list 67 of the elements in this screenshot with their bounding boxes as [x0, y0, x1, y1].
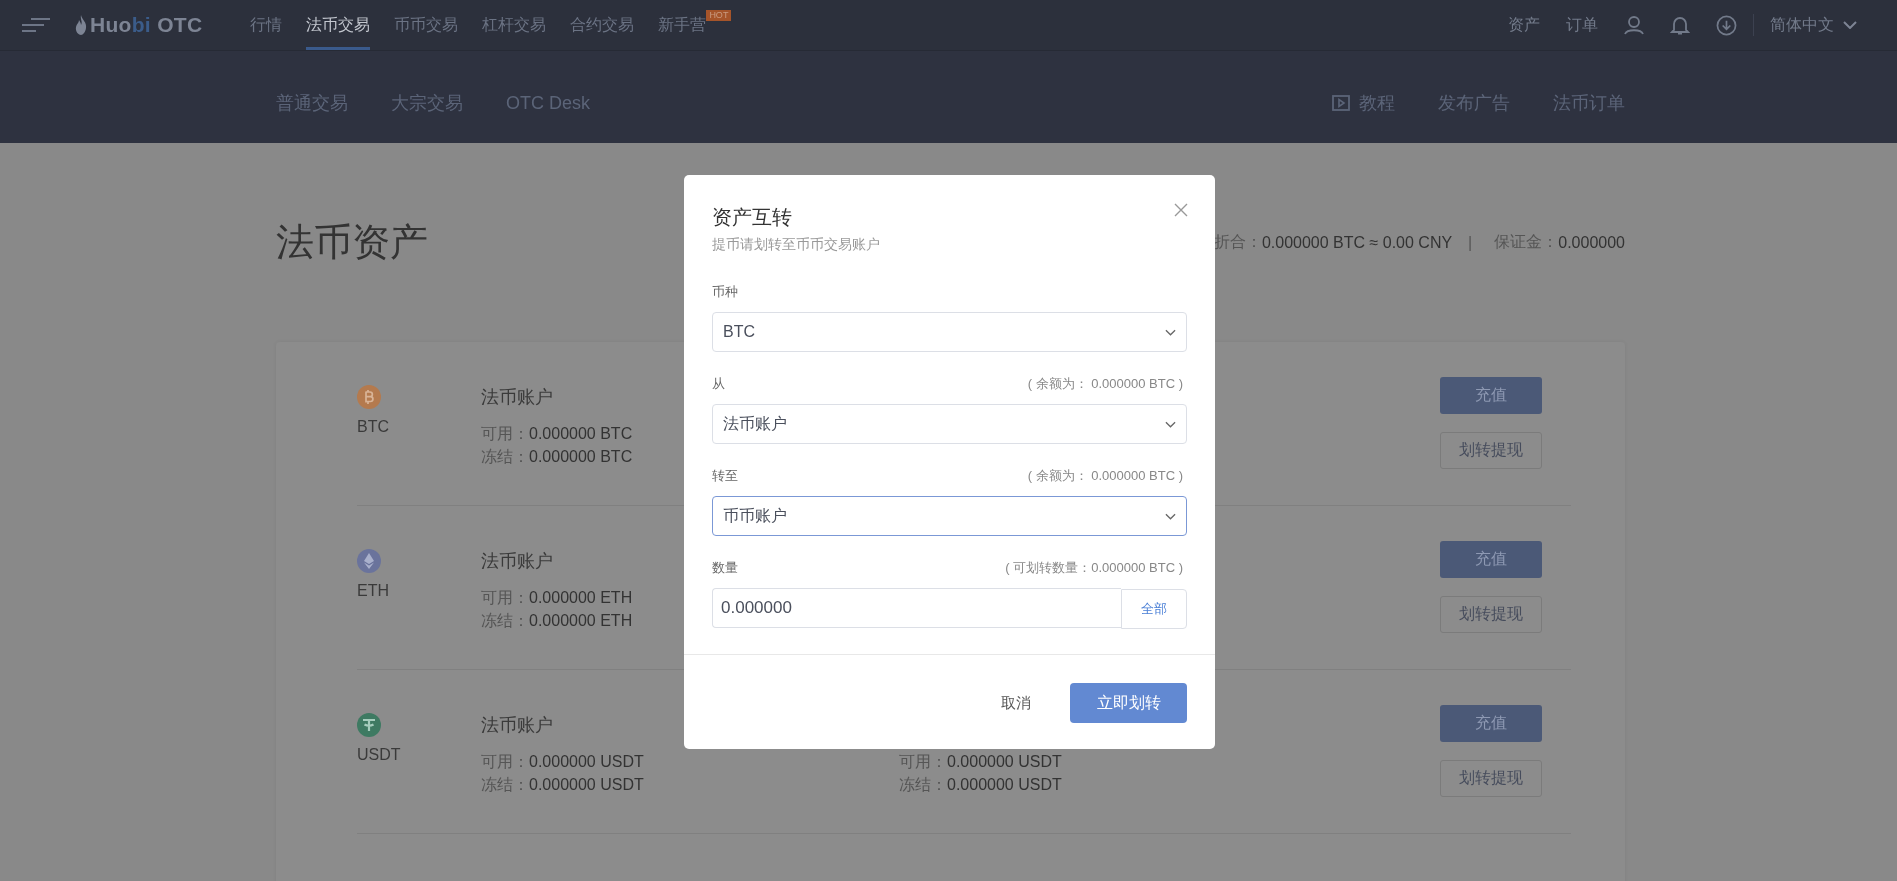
account-name: 法币账户 [481, 550, 553, 573]
chevron-down-icon [1843, 21, 1857, 29]
play-icon [1332, 95, 1350, 111]
account-name: 法币账户 [481, 386, 553, 409]
cancel-button[interactable]: 取消 [991, 685, 1041, 721]
transfer-button[interactable]: 划转提现 [1440, 760, 1542, 797]
field-label: 转至 [712, 467, 738, 485]
account-name: 法币账户 [481, 714, 553, 737]
balance-hint: ( 可划转数量：0.000000 BTC ) [1005, 559, 1183, 577]
field-label: 从 [712, 375, 725, 393]
chevron-down-icon [1165, 328, 1176, 336]
download-icon[interactable] [1716, 14, 1737, 36]
total-value: 0.000000 BTC ≈ 0.00 CNY [1261, 233, 1453, 252]
hot-badge: HOT [706, 10, 732, 21]
flame-icon [75, 15, 87, 35]
deposit-button[interactable]: 充值 [1440, 705, 1542, 742]
frozen-value: 0.000000 USDT [947, 776, 1062, 793]
select-field[interactable]: 币币账户 [712, 496, 1187, 536]
select-field[interactable]: BTC [712, 312, 1187, 352]
tutorial-link[interactable]: 教程 [1332, 91, 1395, 115]
deposit-button[interactable]: 充值 [1440, 541, 1542, 578]
user-icon[interactable] [1624, 15, 1644, 35]
deposit-button[interactable]: 充值 [1440, 377, 1542, 414]
chevron-down-icon [1165, 420, 1176, 428]
nav-tab[interactable]: 行情 [250, 0, 283, 50]
field-label: 数量 [712, 559, 738, 577]
frozen-value: 0.000000 BTC [529, 448, 633, 465]
balance-hint: ( 余额为： 0.000000 BTC ) [1027, 375, 1183, 393]
transfer-button[interactable]: 划转提现 [1440, 432, 1542, 469]
nav-tab[interactable]: 币币交易 [394, 0, 459, 50]
nav-link[interactable]: 订单 [1566, 14, 1598, 36]
sub-nav-link[interactable]: 普通交易 [276, 91, 348, 115]
nav-link[interactable]: 资产 [1508, 14, 1540, 36]
dialog-title: 资产互转 [712, 205, 792, 230]
confirm-button[interactable]: 立即划转 [1070, 683, 1187, 723]
close-icon[interactable] [1174, 203, 1188, 217]
amount-input[interactable]: 0.000000 [712, 588, 1121, 628]
sub-nav-link[interactable]: 发布广告 [1438, 91, 1510, 115]
select-field[interactable]: 法币账户 [712, 404, 1187, 444]
all-button[interactable]: 全部 [1121, 589, 1187, 629]
frozen-value: 0.000000 ETH [529, 612, 633, 629]
language-selector[interactable]: 简体中文 [1770, 14, 1857, 36]
frozen-value: 0.000000 USDT [529, 776, 644, 793]
coin-name: ETH [357, 582, 390, 600]
dialog-subtitle: 提币请划转至币币交易账户 [712, 235, 880, 254]
chevron-down-icon [1165, 512, 1176, 520]
separator: | [1468, 233, 1473, 252]
available-value: 0.000000 USDT [529, 753, 644, 770]
nav-tab[interactable]: 杠杆交易 [482, 0, 547, 50]
transfer-button[interactable]: 划转提现 [1440, 596, 1542, 633]
page-title: 法币资产 [276, 220, 428, 265]
available-value: 0.000000 USDT [947, 753, 1062, 770]
available-value: 0.000000 BTC [529, 425, 633, 442]
field-label: 币种 [712, 283, 738, 301]
sub-nav-link[interactable]: 法币订单 [1553, 91, 1625, 115]
sub-nav-link[interactable]: 大宗交易 [391, 91, 463, 115]
menu-icon[interactable] [21, 18, 51, 32]
balance-hint: ( 余额为： 0.000000 BTC ) [1027, 467, 1183, 485]
sub-nav-link[interactable]: OTC Desk [506, 91, 590, 115]
coin-name: BTC [357, 418, 390, 436]
bell-icon[interactable] [1670, 15, 1690, 35]
available-value: 0.000000 ETH [529, 589, 633, 606]
margin-value: 0.000000 [1558, 233, 1625, 252]
nav-tab[interactable]: 合约交易 [570, 0, 635, 50]
coin-name: USDT [357, 746, 402, 764]
nav-tab[interactable]: 新手营 [658, 0, 707, 50]
logo-text[interactable]: Huobi OTC [90, 13, 203, 37]
